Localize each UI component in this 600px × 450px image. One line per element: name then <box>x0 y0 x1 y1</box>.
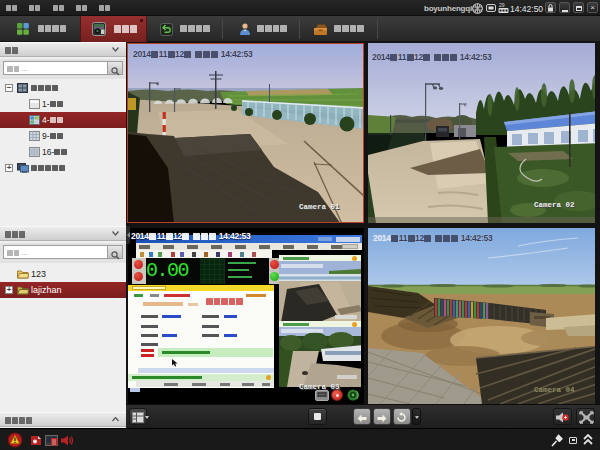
svg-text:29: 29 <box>499 2 505 8</box>
